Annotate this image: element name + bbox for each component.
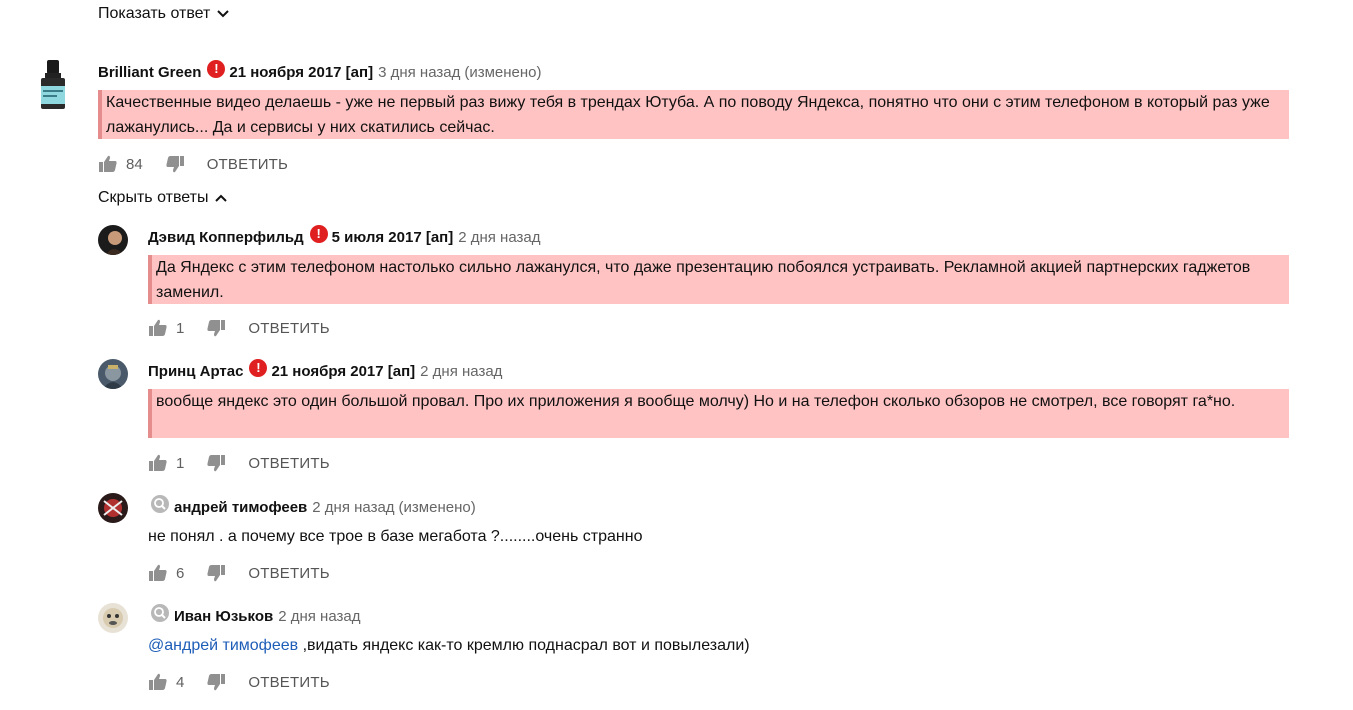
thumbs-up-icon[interactable] <box>148 453 168 473</box>
comment-meta: Принц Артас ! 21 ноября 2017 [ап] 2 дня … <box>148 359 502 380</box>
avatar-image <box>98 359 128 389</box>
timestamp[interactable]: 2 дня назад <box>458 229 540 246</box>
thumbs-up-icon[interactable] <box>148 318 168 338</box>
comment-actions: 6 ОТВЕТИТЬ <box>148 563 330 583</box>
comment-meta: Brilliant Green ! 21 ноября 2017 [ап] 3 … <box>98 60 542 81</box>
avatar-image <box>98 225 128 255</box>
comment-meta: Иван Юзьков 2 дня назад <box>150 604 360 626</box>
bold-date: 21 ноября 2017 [ап] <box>271 362 416 380</box>
author-name[interactable]: Принц Артас <box>148 363 243 380</box>
thumbs-down-icon[interactable] <box>206 318 226 338</box>
timestamp[interactable]: 2 дня назад <box>420 363 502 380</box>
exclamation-icon: ! <box>207 60 226 78</box>
thumbs-up-icon[interactable] <box>148 672 168 692</box>
avatar-image <box>98 603 128 633</box>
avatar[interactable] <box>98 603 128 633</box>
comment-text: не понял . а почему все трое в базе мега… <box>148 528 643 545</box>
chevron-down-icon <box>217 10 230 18</box>
reply-button[interactable]: ОТВЕТИТЬ <box>248 320 329 337</box>
timestamp[interactable]: 3 дня назад <box>378 64 460 81</box>
bold-date: 21 ноября 2017 [ап] <box>229 63 374 81</box>
comment-actions: 1 ОТВЕТИТЬ <box>148 318 330 338</box>
chevron-up-icon <box>215 194 228 202</box>
exclamation-icon: ! <box>309 225 328 243</box>
like-count: 1 <box>176 319 185 337</box>
timestamp[interactable]: 2 дня назад <box>312 499 394 516</box>
comment-actions: 4 ОТВЕТИТЬ <box>148 672 330 692</box>
like-count: 4 <box>176 673 185 691</box>
author-name[interactable]: Дэвид Копперфильд <box>148 229 304 246</box>
show-answer-label: Показать ответ <box>98 5 211 22</box>
comment-meta: Дэвид Копперфильд ! 5 июля 2017 [ап] 2 д… <box>148 225 540 246</box>
comment-text: Качественные видео делаешь - уже не перв… <box>98 90 1289 139</box>
avatar[interactable] <box>98 493 128 523</box>
comment-meta: андрей тимофеев 2 дня назад (изменено) <box>150 495 476 517</box>
comment-text: вообще яндекс это один большой провал. П… <box>148 389 1289 438</box>
comment-actions: 1 ОТВЕТИТЬ <box>148 453 330 473</box>
like-count: 6 <box>176 564 185 582</box>
exclamation-icon: ! <box>249 359 268 377</box>
bold-date: 5 июля 2017 [ап] <box>331 228 454 246</box>
thumbs-down-icon[interactable] <box>206 672 226 692</box>
hide-answers-label: Скрыть ответы <box>98 189 209 206</box>
magnifier-icon <box>151 604 169 622</box>
comment-actions: 84 ОТВЕТИТЬ <box>98 154 288 174</box>
thumbs-up-icon[interactable] <box>148 563 168 583</box>
author-name[interactable]: Brilliant Green <box>98 64 201 81</box>
hide-answers-toggle[interactable]: Скрыть ответы <box>98 189 228 207</box>
avatar[interactable] <box>98 225 128 255</box>
comment-text: Да Яндекс с этим телефоном настолько сил… <box>148 255 1289 304</box>
like-count: 84 <box>126 155 143 173</box>
show-answer-toggle[interactable]: Показать ответ <box>98 5 230 23</box>
thumbs-down-icon[interactable] <box>206 563 226 583</box>
bottle-avatar-image <box>41 60 65 109</box>
comment-text: @андрей тимофеев ,видать яндекс как-то к… <box>148 633 1289 658</box>
avatar-image <box>98 493 128 523</box>
comment-body: ,видать яндекс как-то кремлю поднасрал в… <box>298 637 750 654</box>
magnifier-icon <box>151 495 169 513</box>
mention-link[interactable]: @андрей тимофеев <box>148 637 298 654</box>
avatar[interactable] <box>98 359 128 389</box>
author-name[interactable]: андрей тимофеев <box>174 499 307 516</box>
reply-button[interactable]: ОТВЕТИТЬ <box>248 565 329 582</box>
avatar[interactable] <box>38 60 68 110</box>
timestamp[interactable]: 2 дня назад <box>278 608 360 625</box>
like-count: 1 <box>176 454 185 472</box>
thumbs-down-icon[interactable] <box>165 154 185 174</box>
edited-label: (изменено) <box>464 63 542 81</box>
reply-button[interactable]: ОТВЕТИТЬ <box>207 156 288 173</box>
reply-button[interactable]: ОТВЕТИТЬ <box>248 455 329 472</box>
reply-button[interactable]: ОТВЕТИТЬ <box>248 674 329 691</box>
edited-label: (изменено) <box>398 498 476 516</box>
thumbs-down-icon[interactable] <box>206 453 226 473</box>
author-name[interactable]: Иван Юзьков <box>174 608 273 625</box>
thumbs-up-icon[interactable] <box>98 154 118 174</box>
